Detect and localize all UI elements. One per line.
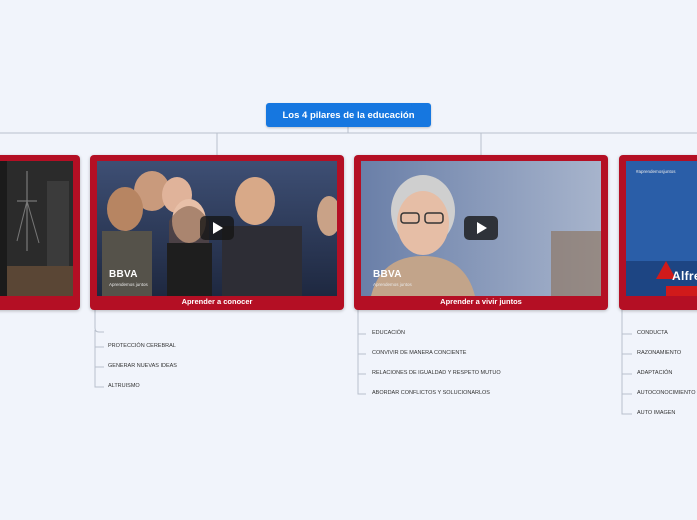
branch-item[interactable]: AUTOCONOCIMIENTO xyxy=(637,390,695,396)
video-thumbnail-3[interactable]: BBVA Aprendemos juntos xyxy=(361,161,601,296)
branch-item[interactable]: PROTECCIÓN CEREBRAL xyxy=(108,343,176,349)
play-button[interactable] xyxy=(464,216,498,240)
branch-item[interactable]: GENERAR NUEVAS IDEAS xyxy=(108,363,177,369)
studio-thumbnail-image xyxy=(0,161,73,296)
branch-item[interactable]: ALTRUISMO xyxy=(108,383,140,389)
video-thumbnail-1[interactable] xyxy=(0,161,73,296)
video-card-aprender-a-conocer[interactable]: BBVA Aprendemos juntos Aprender a conoce… xyxy=(90,155,344,310)
play-button[interactable] xyxy=(200,216,234,240)
card-caption: Aprender a vivir juntos xyxy=(440,297,522,306)
branch-item[interactable]: EDUCACIÓN xyxy=(372,330,405,336)
logo-subtitle: Aprendemos juntos xyxy=(373,282,412,287)
branch-item[interactable]: CONVIVIR DE MANERA CONCIENTE xyxy=(372,350,466,356)
card-caption: Aprender a conocer xyxy=(181,297,253,306)
branch-item[interactable]: CONDUCTA xyxy=(637,330,668,336)
hashtag-label: #aprendemosjuntos xyxy=(636,169,676,174)
speaker-name-text: Alfre xyxy=(672,269,697,283)
video-card-4[interactable]: #aprendemosjuntos Alfre xyxy=(619,155,697,310)
video-thumbnail-4[interactable]: #aprendemosjuntos Alfre xyxy=(626,161,697,296)
logo-subtitle: Aprendemos juntos xyxy=(109,282,148,287)
branch-item[interactable]: ABORDAR CONFLICTOS Y SOLUCIONARLOS xyxy=(372,390,490,396)
branch-item[interactable]: ADAPTACIÓN xyxy=(637,370,672,376)
root-topic-label: Los 4 pilares de la educación xyxy=(282,109,415,121)
video-card-1[interactable] xyxy=(0,155,80,310)
video-card-aprender-a-vivir-juntos[interactable]: BBVA Aprendemos juntos Aprender a vivir … xyxy=(354,155,608,310)
video-thumbnail-2[interactable]: BBVA Aprendemos juntos xyxy=(97,161,337,296)
branch-item[interactable]: AUTO IMAGEN xyxy=(637,410,675,416)
bbva-logo: BBVA xyxy=(373,269,402,280)
branch-item[interactable]: RELACIONES DE IGUALDAD Y RESPETO MUTUO xyxy=(372,370,501,376)
branch-item[interactable]: RAZONAMIENTO xyxy=(637,350,681,356)
bbva-logo: BBVA xyxy=(109,269,138,280)
root-topic[interactable]: Los 4 pilares de la educación xyxy=(266,103,431,127)
